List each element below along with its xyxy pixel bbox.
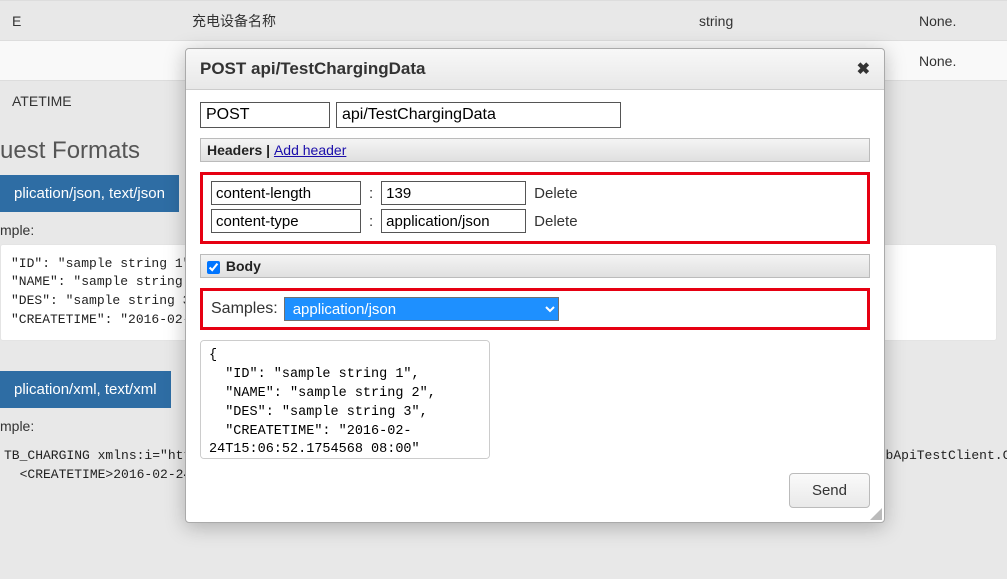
headers-highlight: : Delete : Delete bbox=[200, 172, 870, 244]
header-row: : Delete bbox=[211, 181, 859, 205]
body-checkbox[interactable] bbox=[207, 261, 220, 274]
send-button[interactable]: Send bbox=[789, 473, 870, 508]
bg-cell: ATETIME bbox=[0, 81, 180, 121]
tab-xml[interactable]: plication/xml, text/xml bbox=[0, 371, 171, 408]
samples-label: Samples: bbox=[211, 300, 278, 318]
bg-cell: E bbox=[0, 1, 180, 41]
header-row: : Delete bbox=[211, 209, 859, 233]
bg-cell: None. bbox=[907, 1, 1007, 41]
bg-cell: None. bbox=[907, 41, 1007, 81]
headers-section-bar: Headers | Add header bbox=[200, 138, 870, 162]
add-header-link[interactable]: Add header bbox=[274, 142, 346, 158]
http-verb-input[interactable] bbox=[200, 102, 330, 128]
bg-cell bbox=[0, 41, 180, 81]
modal-title-text: POST api/TestChargingData bbox=[200, 59, 425, 79]
close-icon[interactable]: ✖ bbox=[857, 59, 870, 79]
colon: : bbox=[369, 213, 373, 230]
modal-footer: Send bbox=[186, 473, 884, 522]
body-section-bar: Body bbox=[200, 254, 870, 278]
header-value-input[interactable] bbox=[381, 181, 526, 205]
header-key-input[interactable] bbox=[211, 209, 361, 233]
http-path-input[interactable] bbox=[336, 102, 621, 128]
colon: : bbox=[369, 185, 373, 202]
bg-cell: string bbox=[687, 1, 907, 41]
samples-highlight: Samples: application/json bbox=[200, 288, 870, 330]
resize-grip[interactable] bbox=[868, 506, 882, 520]
delete-header-link[interactable]: Delete bbox=[534, 185, 577, 202]
header-value-input[interactable] bbox=[381, 209, 526, 233]
body-textarea[interactable]: { "ID": "sample string 1", "NAME": "samp… bbox=[200, 340, 490, 459]
modal-titlebar: POST api/TestChargingData ✖ bbox=[186, 49, 884, 90]
tab-json[interactable]: plication/json, text/json bbox=[0, 175, 179, 212]
body-label[interactable]: Body bbox=[226, 258, 261, 274]
headers-label: Headers bbox=[207, 142, 262, 158]
bg-cell: 充电设备名称 bbox=[180, 1, 687, 41]
samples-select[interactable]: application/json bbox=[284, 297, 559, 321]
header-key-input[interactable] bbox=[211, 181, 361, 205]
http-row bbox=[200, 102, 870, 128]
bg-cell bbox=[907, 81, 1007, 121]
test-client-modal: POST api/TestChargingData ✖ Headers | Ad… bbox=[185, 48, 885, 523]
delete-header-link[interactable]: Delete bbox=[534, 213, 577, 230]
